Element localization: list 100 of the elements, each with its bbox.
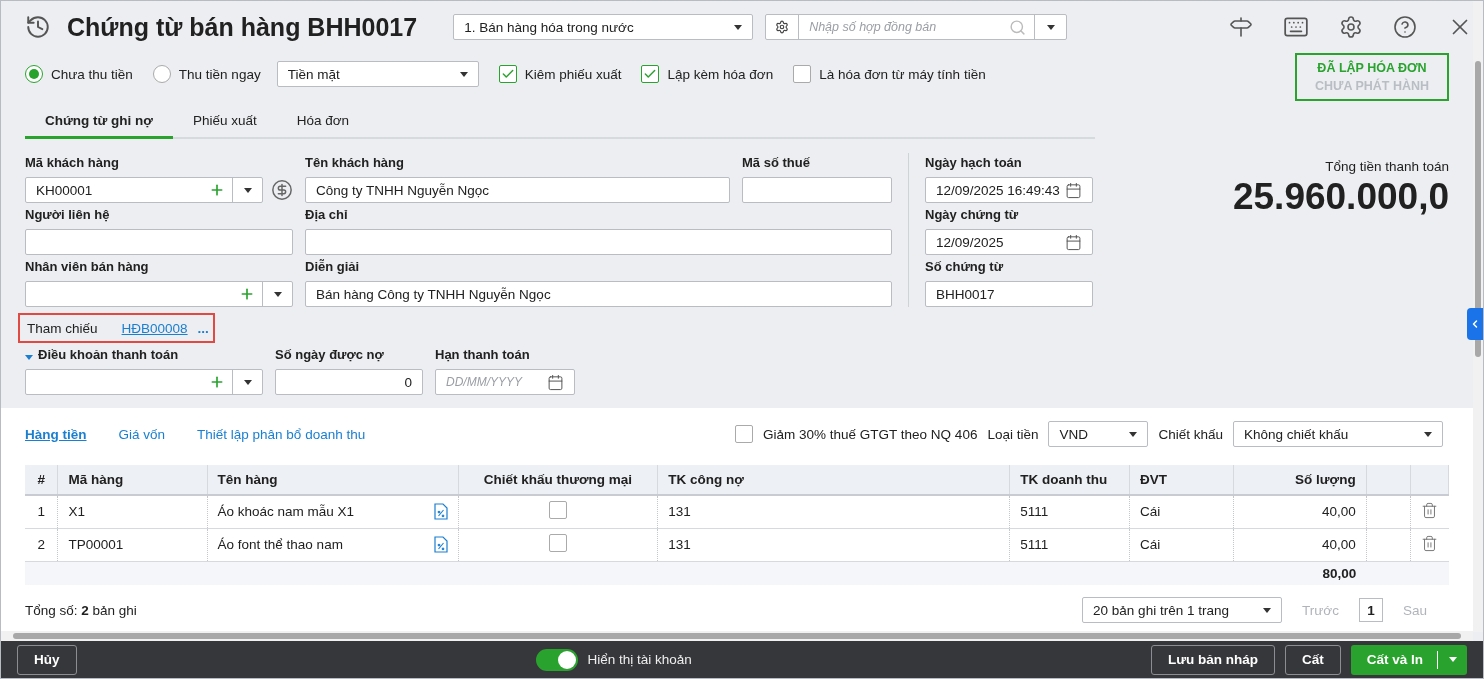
input-field[interactable]: BHH0017 — [925, 281, 1093, 307]
footer-button[interactable]: Lưu bản nháp — [1150, 644, 1275, 675]
date-field[interactable]: 12/09/2025 16:49:43 — [925, 177, 1093, 203]
signpost-icon[interactable] — [1229, 15, 1253, 39]
total-label: Tổng tiền thanh toán — [1325, 159, 1449, 174]
table-cell: 131 — [668, 537, 691, 552]
add-icon[interactable] — [209, 182, 225, 198]
horizontal-scrollbar[interactable] — [1, 631, 1473, 641]
radio-option[interactable]: Chưa thu tiền — [25, 65, 133, 83]
discount-select[interactable]: Không chiết khấu — [1233, 421, 1443, 447]
radio-button[interactable] — [25, 65, 43, 83]
vertical-scrollbar[interactable] — [1473, 1, 1483, 632]
table-cell: 5111 — [1020, 504, 1049, 520]
calendar-icon[interactable] — [1065, 181, 1082, 199]
input-field[interactable]: 0 — [275, 369, 423, 395]
currency-select[interactable]: VND — [1048, 421, 1149, 447]
detail-tab[interactable]: Hàng tiền — [25, 426, 87, 442]
footer-button[interactable]: Cất — [1284, 644, 1341, 675]
detail-tab[interactable]: Thiết lập phân bổ doanh thu — [197, 426, 366, 442]
checkbox[interactable] — [548, 534, 567, 552]
currency-label: Loại tiền — [987, 426, 1039, 442]
page-number[interactable]: 1 — [1358, 598, 1383, 622]
field-label: Hạn thanh toán — [435, 346, 531, 364]
dropdown-arrow-icon[interactable] — [243, 379, 252, 385]
dropdown-arrow-icon[interactable] — [1046, 24, 1055, 30]
table-cell: Cái — [1140, 504, 1161, 520]
table-cell: Áo khoác nam mẫu X1 — [217, 504, 355, 520]
column-header: Chiết khấu thương mại — [458, 465, 658, 495]
toggle-label: Hiển thị tài khoản — [587, 652, 692, 667]
radio-option[interactable]: Thu tiền ngay — [152, 65, 261, 83]
checkbox[interactable] — [498, 65, 517, 83]
checkbox[interactable] — [641, 65, 660, 83]
settings-icon[interactable] — [1339, 15, 1363, 39]
date-field[interactable]: 12/09/2025 — [925, 229, 1093, 255]
dollar-icon[interactable] — [271, 179, 293, 201]
dropdown-arrow-icon[interactable] — [273, 291, 282, 297]
reference-link[interactable]: HĐB00008 — [121, 320, 188, 336]
column-header: TK công nợ — [657, 465, 1010, 495]
field-label: Số chứng từ — [925, 258, 1005, 276]
checkbox-option[interactable]: Lập kèm hóa đơn — [641, 65, 774, 83]
percent-file-icon[interactable] — [433, 536, 448, 553]
field-label: Mã số thuế — [742, 154, 811, 172]
combo-field[interactable] — [25, 281, 293, 307]
collapse-panel-button[interactable] — [1467, 308, 1483, 340]
input-field[interactable] — [742, 177, 892, 203]
calendar-icon[interactable] — [1065, 233, 1082, 251]
caret-icon[interactable] — [25, 354, 33, 360]
table-cell: 40,00 — [1321, 504, 1356, 520]
page-size-select[interactable]: 20 bản ghi trên 1 trang — [1082, 597, 1283, 623]
checkbox[interactable] — [793, 65, 812, 83]
column-header: ĐVT — [1129, 465, 1234, 495]
table-cell: 40,00 — [1321, 537, 1356, 552]
checkbox-option[interactable]: Kiêm phiếu xuất — [498, 65, 622, 83]
percent-file-icon[interactable] — [433, 503, 448, 521]
delete-icon[interactable] — [1421, 501, 1439, 519]
discount-label: Chiết khấu — [1158, 426, 1223, 442]
payment-method-select[interactable]: Tiền mặt — [276, 61, 479, 87]
combo-field[interactable]: KH00001 — [25, 177, 263, 203]
combo-field[interactable] — [25, 369, 263, 395]
column-header: Mã hàng — [57, 465, 208, 495]
cancel-button[interactable]: Hủy — [17, 644, 77, 675]
tab[interactable]: Hóa đơn — [276, 106, 370, 139]
table-cell: 131 — [668, 504, 691, 520]
column-header: Tên hàng — [207, 465, 459, 495]
field-label: Nhân viên bán hàng — [25, 258, 150, 276]
checkbox[interactable] — [548, 501, 567, 520]
voucher-type-select[interactable]: 1. Bán hàng hóa trong nước — [453, 14, 754, 40]
total-amount: 25.960.000,0 — [1232, 176, 1449, 218]
column-header: Số lượng — [1233, 465, 1367, 495]
record-count: Tổng số: 2 bản ghi — [25, 602, 137, 618]
check-icon — [643, 67, 658, 81]
input-field[interactable]: Bán hàng Công ty TNHH Nguyễn Ngọc — [305, 281, 892, 307]
total-quantity: 80,00 — [1322, 565, 1357, 581]
add-icon[interactable] — [239, 286, 255, 302]
keyboard-icon[interactable] — [1283, 14, 1309, 40]
check-icon — [500, 67, 515, 81]
column-header: # — [25, 465, 58, 495]
help-icon[interactable] — [1393, 15, 1417, 39]
add-icon[interactable] — [209, 374, 225, 390]
checkbox-option[interactable]: Giảm 30% thuế GTGT theo NQ 406 — [735, 425, 978, 443]
calendar-icon[interactable] — [547, 373, 564, 391]
radio-button[interactable] — [152, 65, 171, 83]
tab[interactable]: Chứng từ ghi nợ — [25, 106, 173, 139]
checkbox[interactable] — [735, 425, 754, 443]
delete-icon[interactable] — [1421, 534, 1439, 552]
input-field[interactable] — [25, 229, 293, 255]
field-label: Mã khách hàng — [25, 154, 120, 172]
dropdown-arrow-icon[interactable] — [243, 187, 252, 193]
detail-tab[interactable]: Giá vốn — [118, 426, 166, 442]
input-field[interactable]: Công ty TNHH Nguyễn Ngọc — [305, 177, 730, 203]
tab[interactable]: Phiếu xuất — [172, 106, 277, 139]
history-icon[interactable] — [25, 14, 51, 40]
input-field[interactable] — [305, 229, 892, 255]
checkbox-option[interactable]: Là hóa đơn từ máy tính tiền — [793, 65, 986, 83]
settings-icon[interactable] — [775, 20, 790, 34]
field-label: Số ngày được nợ — [275, 346, 385, 364]
toggle-switch[interactable] — [535, 648, 578, 671]
more-link[interactable]: ... — [197, 320, 209, 336]
table-cell: Cái — [1140, 537, 1161, 552]
table-cell: Áo font thể thao nam — [217, 537, 343, 552]
